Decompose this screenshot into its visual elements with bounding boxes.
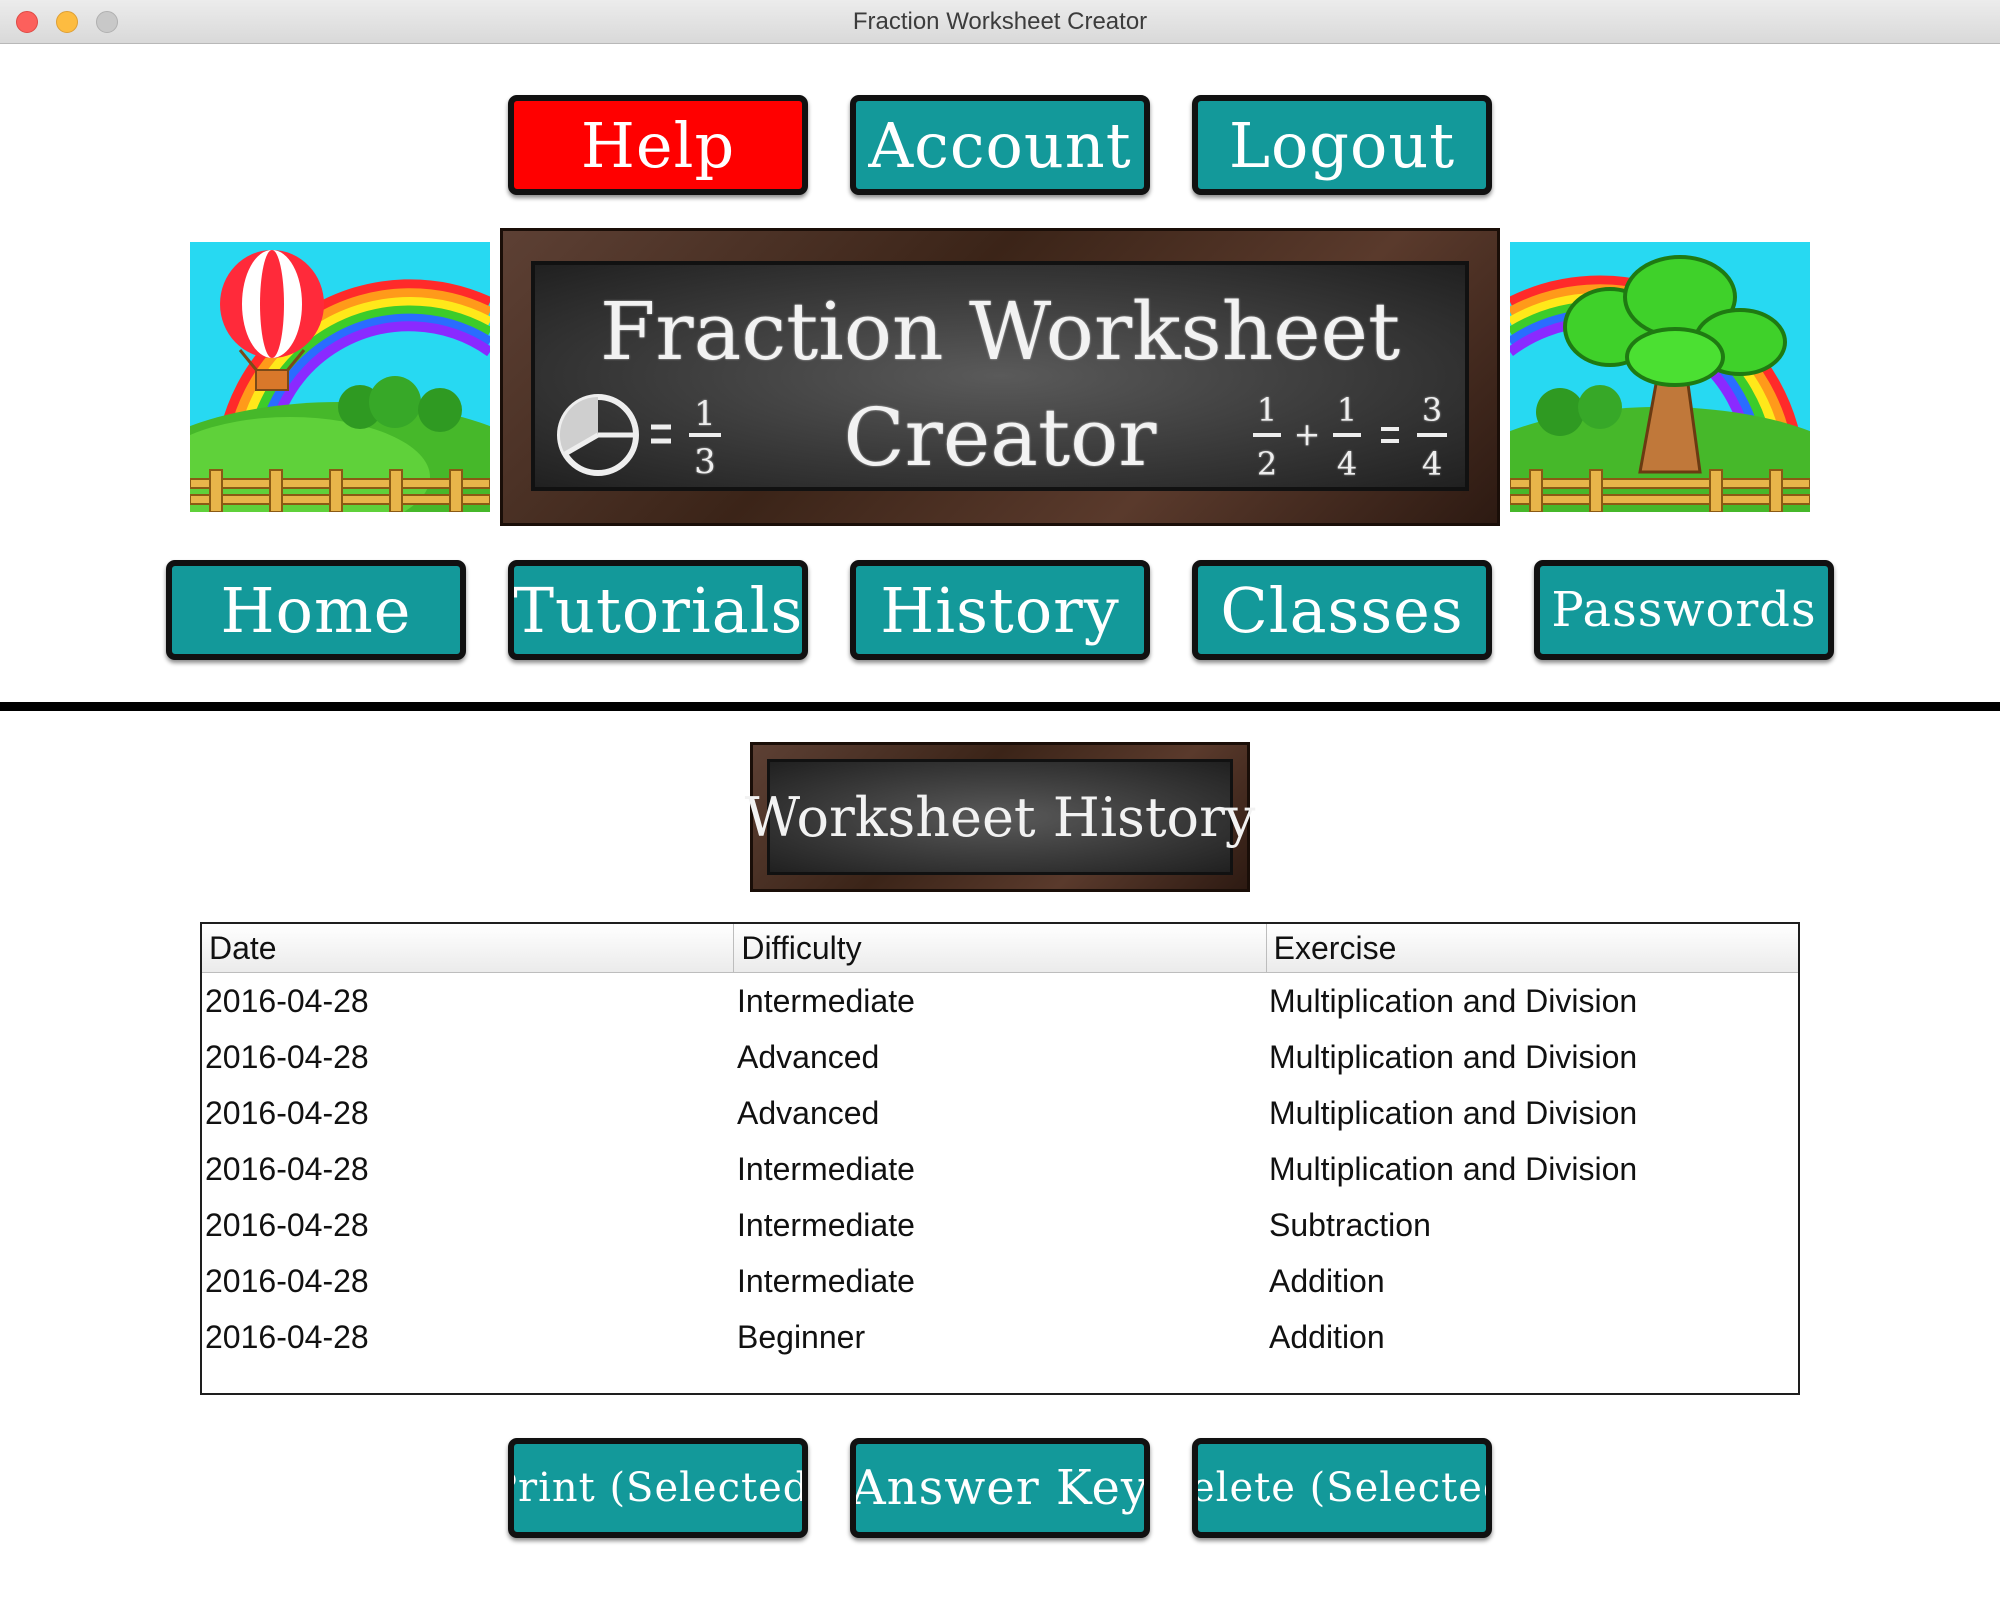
cell-difficulty: Intermediate [737,1263,915,1299]
home-button[interactable]: Home [166,560,466,660]
cell-difficulty: Advanced [737,1039,880,1075]
cell-exercise: Multiplication and Division [1269,1095,1638,1131]
cell-exercise: Multiplication and Division [1269,1151,1638,1187]
svg-text:3: 3 [1422,391,1442,429]
logout-button[interactable]: Logout [1192,95,1492,195]
svg-text:2: 2 [1257,445,1277,483]
rainbow-tree-illustration [1510,242,1810,512]
cell-difficulty: Beginner [737,1319,866,1355]
rainbow-balloon-illustration [190,242,490,512]
history-button[interactable]: History [850,560,1150,660]
help-button[interactable]: Help [508,95,808,195]
svg-text:4: 4 [1337,445,1357,483]
account-button[interactable]: Account [850,95,1150,195]
tutorials-button[interactable]: Tutorials [508,560,808,660]
svg-text:+: + [1294,415,1321,453]
cell-exercise: Multiplication and Division [1269,983,1638,1019]
table-row[interactable]: 2016-04-28 Advanced Multiplication and D… [202,1029,1798,1085]
table-row[interactable]: 2016-04-28 Intermediate Multiplication a… [202,973,1798,1029]
table-row[interactable]: 2016-04-28 Intermediate Multiplication a… [202,1141,1798,1197]
passwords-button[interactable]: Passwords [1534,560,1834,660]
cell-date: 2016-04-28 [205,1319,369,1355]
cell-exercise: Multiplication and Division [1269,1039,1638,1075]
svg-text:1: 1 [694,394,716,434]
answer-key-button[interactable]: Answer Key [850,1438,1150,1538]
svg-text:1: 1 [1257,391,1277,429]
svg-text:4: 4 [1422,445,1442,483]
cell-date: 2016-04-28 [205,1263,369,1299]
delete-selected-button[interactable]: Delete (Selected) [1192,1438,1492,1538]
window-title-bar: Fraction Worksheet Creator [0,0,2000,44]
section-divider [0,702,2000,711]
svg-text:1: 1 [1337,391,1357,429]
print-selected-button[interactable]: Print (Selected) [508,1438,808,1538]
svg-text:3: 3 [694,442,716,482]
pie-fraction-doodle: 1 3 [553,385,728,489]
cell-exercise: Subtraction [1269,1207,1431,1243]
table-row[interactable]: 2016-04-28 Beginner Addition [202,1309,1798,1365]
section-title: Worksheet History [744,785,1256,849]
cell-difficulty: Intermediate [737,983,915,1019]
cell-date: 2016-04-28 [205,983,369,1019]
fraction-sum-doodle: 1 2 1 4 3 4 + [1247,383,1462,497]
app-banner-chalkboard: Fraction Worksheet Creator 1 3 12 14 34 [500,228,1500,526]
worksheet-history-heading-board: Worksheet History [745,742,1255,892]
column-header-exercise[interactable]: Exercise [1267,924,1798,972]
cell-exercise: Addition [1269,1319,1385,1355]
table-row[interactable]: 2016-04-28 Intermediate Addition [202,1253,1798,1309]
column-header-date[interactable]: Date [202,924,735,972]
table-header-row: Date Difficulty Exercise [202,924,1798,973]
classes-button[interactable]: Classes [1192,560,1492,660]
window-title: Fraction Worksheet Creator [852,8,1148,35]
column-header-difficulty[interactable]: Difficulty [734,924,1267,972]
cell-date: 2016-04-28 [205,1207,369,1243]
cell-difficulty: Advanced [737,1095,880,1131]
cell-difficulty: Intermediate [737,1151,915,1187]
cell-date: 2016-04-28 [205,1039,369,1075]
cell-exercise: Addition [1269,1263,1385,1299]
cell-date: 2016-04-28 [205,1095,369,1131]
table-row[interactable]: 2016-04-28 Advanced Multiplication and D… [202,1085,1798,1141]
table-row[interactable]: 2016-04-28 Intermediate Subtraction [202,1197,1798,1253]
banner-title-line-1: Fraction Worksheet [599,285,1401,378]
cell-difficulty: Intermediate [737,1207,915,1243]
worksheet-history-table[interactable]: Date Difficulty Exercise 2016-04-28 Inte… [200,922,1800,1395]
cell-date: 2016-04-28 [205,1151,369,1187]
